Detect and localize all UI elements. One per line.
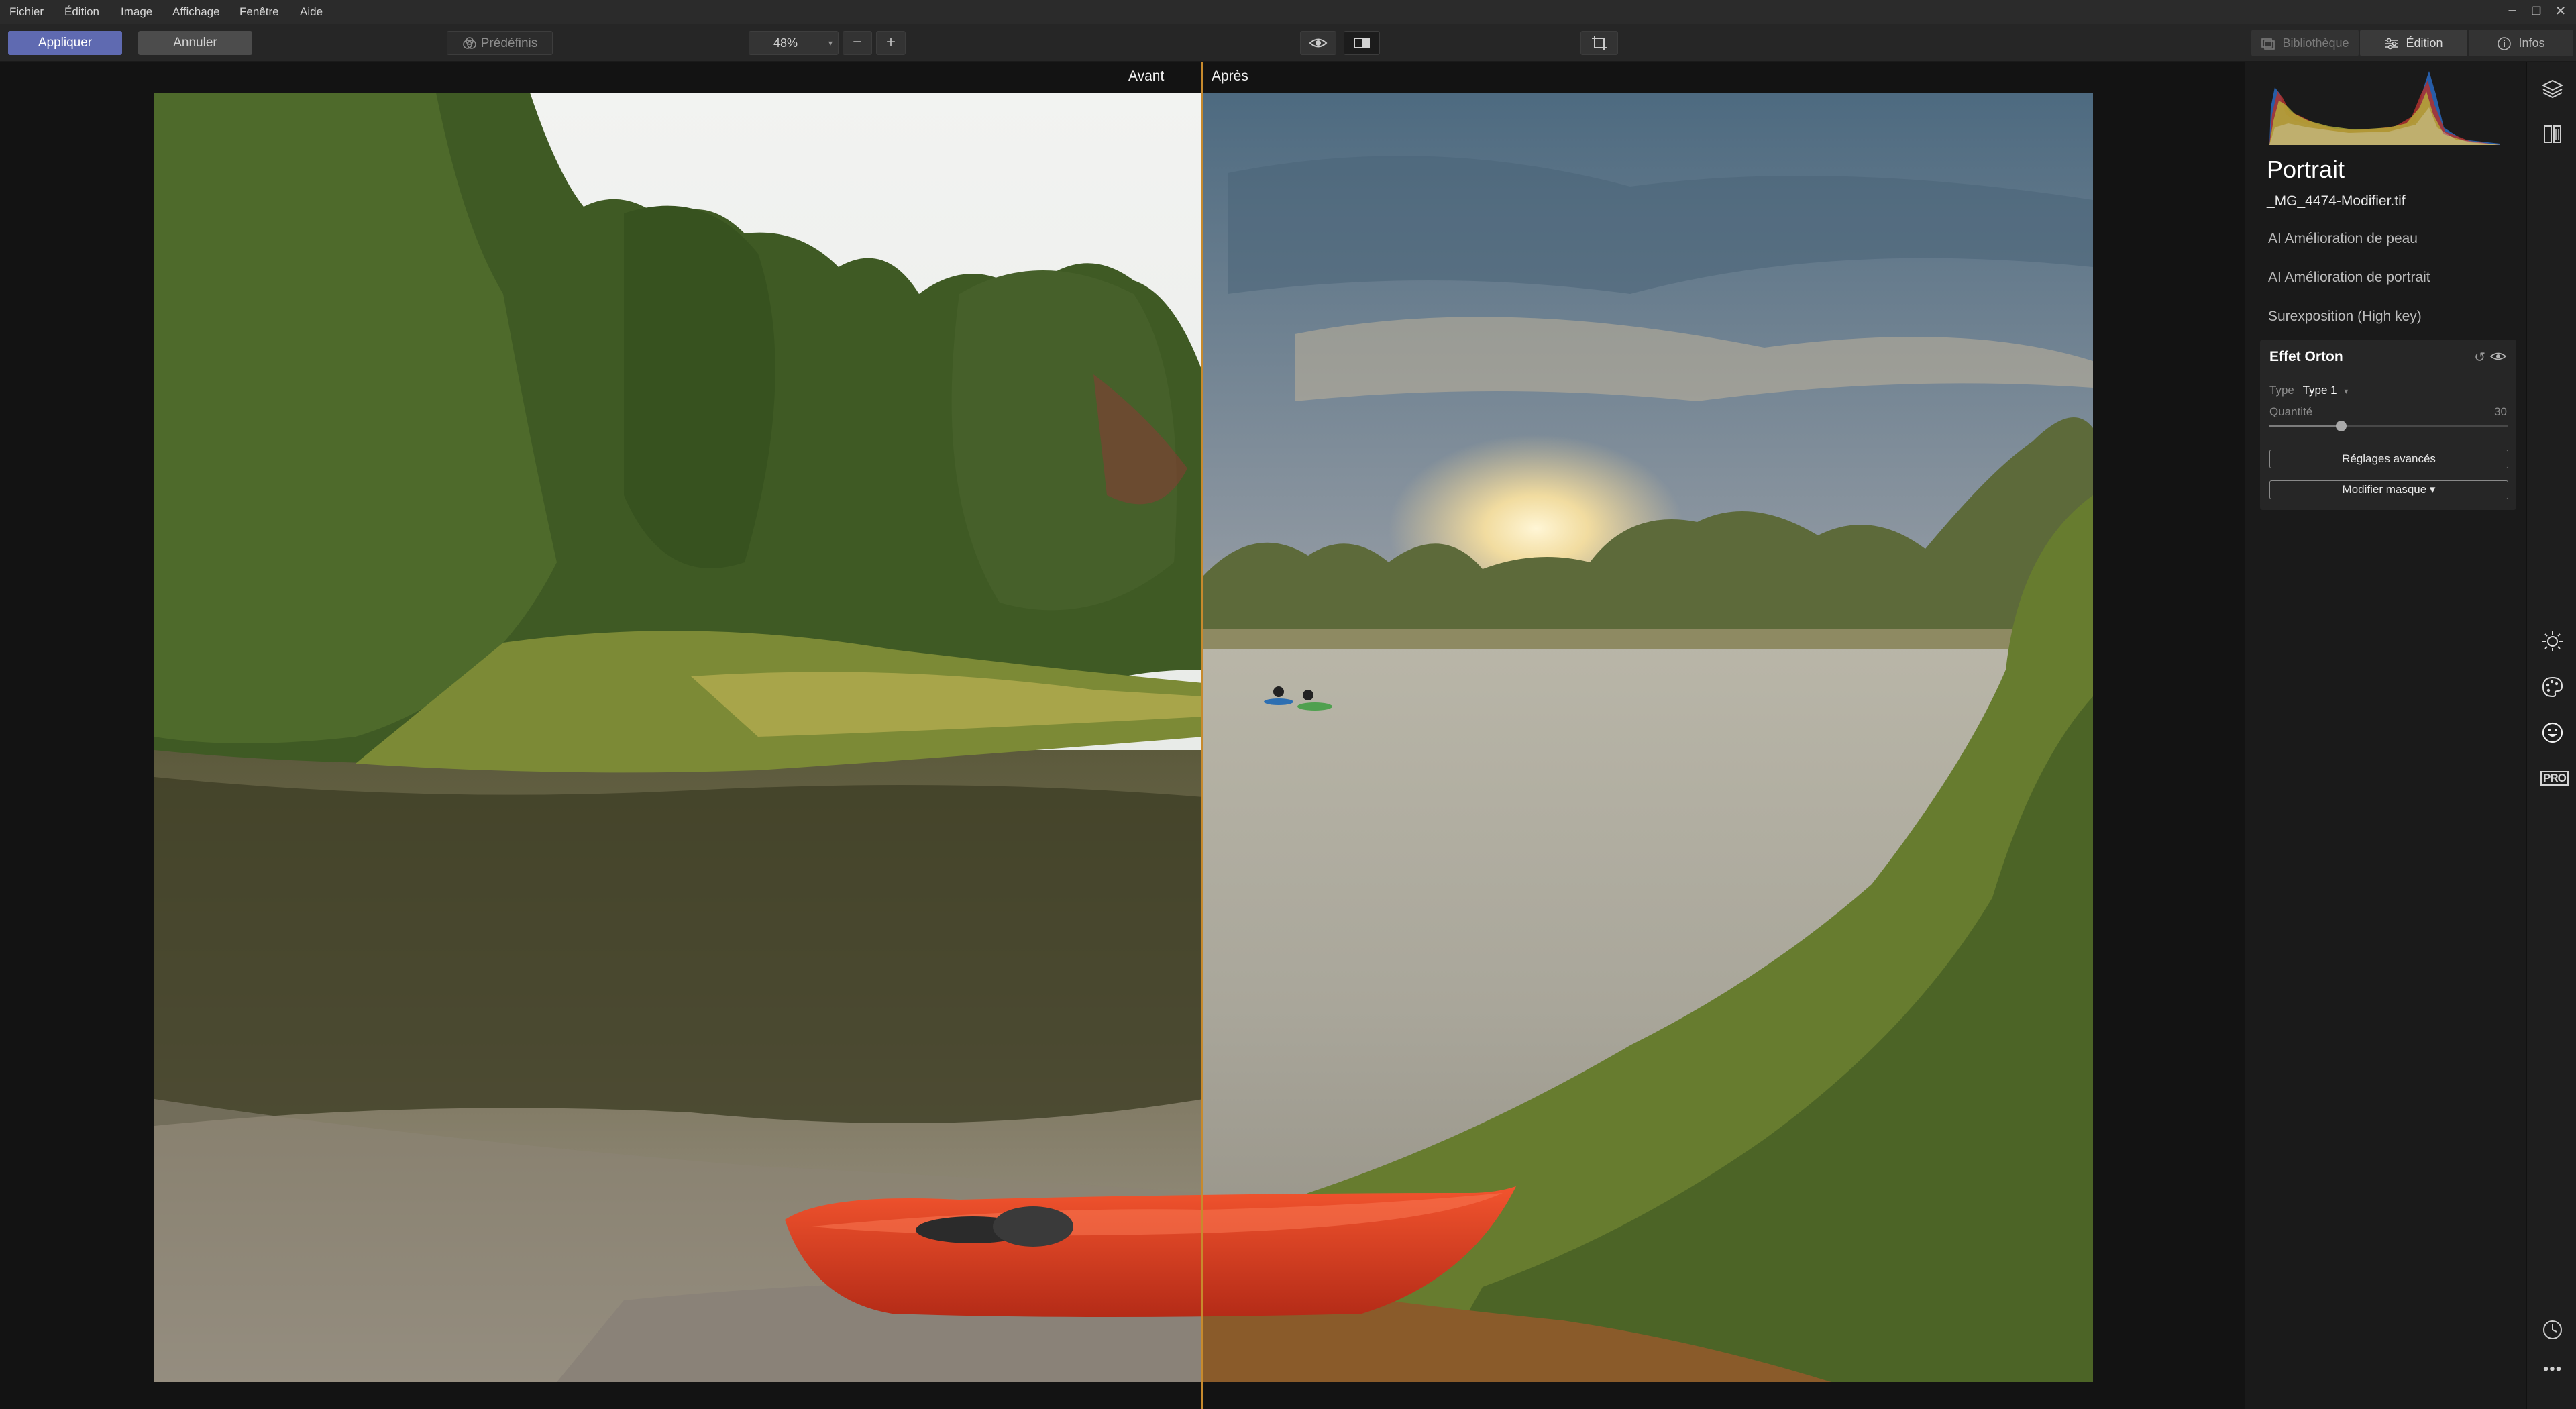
adjustments-panel: Portrait _MG_4474-Modifier.tif AI Amélio… (2245, 62, 2526, 1409)
zoom-level-field[interactable]: 48% ▾ (749, 31, 839, 55)
quantity-slider-fill (2269, 425, 2341, 427)
menu-fenetre[interactable]: Fenêtre (239, 0, 279, 24)
edit-mask-button[interactable]: Modifier masque ▾ (2269, 480, 2508, 499)
menu-aide[interactable]: Aide (300, 0, 323, 24)
light-icon[interactable] (2540, 629, 2565, 654)
tab-info-label: Infos (2518, 36, 2545, 50)
restore-icon[interactable]: ❐ (2526, 5, 2546, 18)
tool-ai-portrait-enhancer[interactable]: AI Amélioration de portrait (2268, 270, 2430, 286)
histogram (2269, 71, 2500, 145)
tab-library-label: Bibliothèque (2282, 36, 2349, 50)
menu-edition[interactable]: Édition (64, 0, 99, 24)
after-label: Après (1212, 68, 1248, 84)
file-name: _MG_4474-Modifier.tif (2267, 193, 2406, 209)
tool-category-rail: PRO ••• (2526, 62, 2576, 1409)
landscape-photo (154, 93, 2093, 1382)
close-icon[interactable]: ✕ (2551, 3, 2571, 19)
quantity-label: Quantité (2269, 405, 2313, 418)
chevron-down-icon: ▾ (2344, 386, 2349, 396)
quantity-slider[interactable] (2269, 421, 2508, 431)
panel-title: Portrait (2267, 156, 2345, 183)
before-label: Avant (1128, 68, 1165, 84)
photo-comparison[interactable] (154, 93, 2093, 1382)
presets-button[interactable]: Prédéfinis (447, 31, 553, 55)
tab-edit[interactable]: Édition (2360, 30, 2467, 56)
history-icon[interactable] (2540, 1318, 2565, 1342)
pro-icon[interactable]: PRO (2540, 766, 2569, 790)
eye-icon (1309, 38, 1328, 48)
quantity-slider-thumb[interactable] (2335, 421, 2347, 431)
layers-icon[interactable] (2540, 76, 2565, 101)
orton-effect-card: Effet Orton ↺ Type Type 1 ▾ Quantité 30 … (2260, 340, 2516, 510)
before-after-split-handle[interactable] (1201, 62, 1203, 1409)
crop-icon (1592, 36, 1607, 50)
sliders-icon (2385, 38, 2398, 50)
minus-icon: − (852, 33, 862, 51)
advanced-settings-button[interactable]: Réglages avancés (2269, 450, 2508, 468)
type-label: Type (2269, 384, 2294, 397)
presets-icon (462, 37, 476, 49)
quantity-value: 30 (2494, 405, 2507, 418)
tab-library[interactable]: Bibliothèque (2251, 30, 2359, 56)
palette-icon[interactable] (2540, 675, 2565, 699)
more-icon[interactable]: ••• (2540, 1359, 2565, 1384)
type-select[interactable]: Type Type 1 ▾ (2269, 384, 2348, 397)
orton-effect-title[interactable]: Effet Orton (2269, 349, 2343, 365)
preview-button[interactable] (1300, 31, 1336, 55)
tool-high-key[interactable]: Surexposition (High key) (2268, 309, 2422, 325)
split-view-button[interactable] (1344, 31, 1380, 55)
plus-icon: + (885, 33, 896, 51)
zoom-value: 48% (773, 36, 798, 50)
apply-button[interactable]: Appliquer (8, 31, 122, 55)
info-icon (2498, 37, 2512, 51)
crop-button[interactable] (1580, 31, 1618, 55)
library-icon (2261, 38, 2275, 50)
type-value: Type 1 (2302, 384, 2337, 397)
toolbar: Appliquer Annuler Prédéfinis 48% ▾ − + B… (0, 24, 2576, 62)
chevron-down-icon: ▾ (828, 38, 833, 48)
menu-bar: Fichier Édition Image Affichage Fenêtre … (0, 0, 2576, 24)
menu-fichier[interactable]: Fichier (9, 0, 44, 24)
visibility-eye-icon[interactable] (2489, 350, 2507, 362)
presets-label: Prédéfinis (480, 36, 538, 50)
menu-image[interactable]: Image (121, 0, 152, 24)
split-view-icon (1354, 38, 1370, 48)
minimize-icon[interactable]: – (2502, 3, 2522, 18)
tab-info[interactable]: Infos (2469, 30, 2573, 56)
reset-icon[interactable]: ↺ (2474, 349, 2485, 366)
face-icon[interactable] (2540, 721, 2565, 745)
tool-ai-skin-enhancer[interactable]: AI Amélioration de peau (2268, 231, 2418, 247)
image-canvas[interactable]: Avant Après (0, 62, 2245, 1409)
zoom-out-button[interactable]: − (843, 31, 872, 55)
tab-edit-label: Édition (2406, 36, 2443, 50)
compare-icon[interactable] (2540, 122, 2565, 146)
zoom-in-button[interactable]: + (876, 31, 906, 55)
menu-affichage[interactable]: Affichage (172, 0, 220, 24)
cancel-button[interactable]: Annuler (138, 31, 252, 55)
